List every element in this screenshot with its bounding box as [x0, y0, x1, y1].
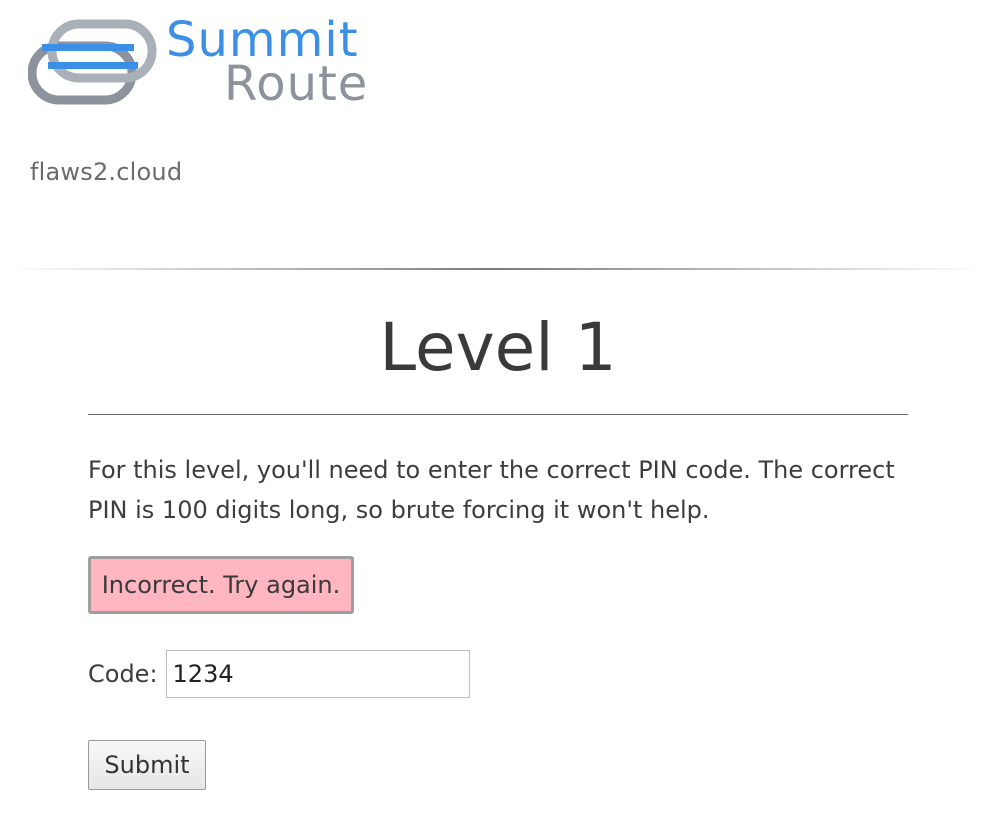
summit-route-link-icon [28, 19, 157, 105]
title-divider [88, 414, 908, 415]
code-form-row: Code: [88, 650, 470, 698]
page-title: Level 1 [379, 309, 617, 386]
site-name: flaws2.cloud [30, 158, 183, 186]
code-label: Code: [88, 660, 158, 688]
page: Summit Route flaws2.cloud Level 1 For th… [0, 0, 988, 822]
code-input[interactable] [165, 650, 470, 698]
logo-text-route: Route [224, 56, 369, 112]
error-message: Incorrect. Try again. [88, 556, 354, 614]
submit-button[interactable]: Submit [88, 740, 206, 790]
header-divider [8, 268, 983, 270]
level-instructions: For this level, you'll need to enter the… [88, 456, 895, 524]
summit-route-logo[interactable]: Summit Route [28, 14, 448, 114]
